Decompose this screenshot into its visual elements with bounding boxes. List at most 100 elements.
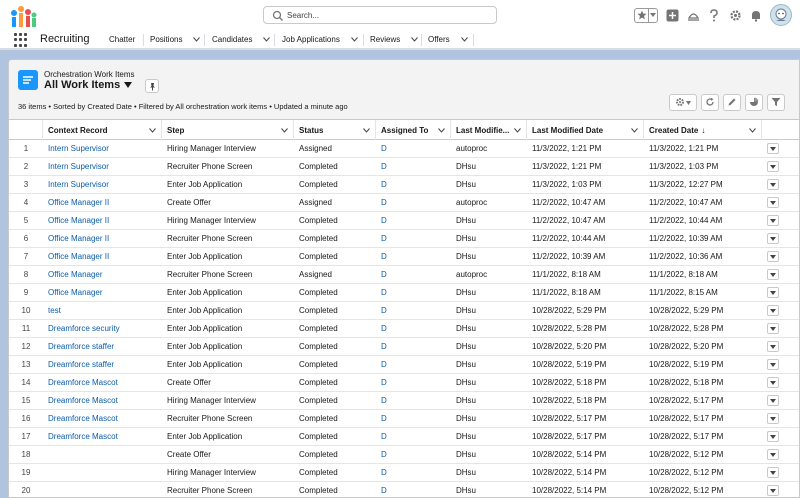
guidance-icon[interactable] [686, 8, 700, 22]
refresh-button[interactable] [701, 94, 719, 111]
assigned-to-link[interactable]: D [376, 392, 451, 409]
chevron-down-icon[interactable] [452, 37, 468, 42]
row-actions-button[interactable] [767, 287, 779, 298]
row-actions-button[interactable] [767, 485, 779, 496]
column-header-status[interactable]: Status [294, 120, 376, 140]
column-header-step[interactable]: Step [162, 120, 294, 140]
chevron-down-icon[interactable] [184, 37, 201, 42]
column-header-created-date[interactable]: Created Date ↓ [644, 120, 762, 140]
row-actions-button[interactable] [767, 197, 779, 208]
context-record-link[interactable]: Dreamforce Mascot [43, 428, 162, 445]
favorites-star-icon[interactable] [635, 8, 649, 22]
help-icon[interactable] [707, 8, 721, 22]
row-actions-button[interactable] [767, 359, 779, 370]
chevron-down-icon[interactable] [402, 37, 419, 42]
context-record-link[interactable]: Office Manager II [43, 212, 162, 229]
context-record-link[interactable]: Dreamforce Mascot [43, 392, 162, 409]
app-logo-icon[interactable] [8, 3, 40, 28]
tab-offers[interactable]: Offers [428, 35, 468, 44]
assigned-to-link[interactable]: D [376, 428, 451, 445]
context-record-link[interactable]: Dreamforce staffer [43, 356, 162, 373]
notification-bell-icon[interactable] [749, 8, 763, 22]
favorites-button[interactable] [634, 7, 658, 23]
list-view-picker[interactable]: All Work Items [44, 79, 133, 91]
inline-edit-button[interactable] [723, 94, 741, 111]
assigned-to-link[interactable]: D [376, 320, 451, 337]
row-actions-button[interactable] [767, 269, 779, 280]
context-record-link[interactable]: Office Manager II [43, 194, 162, 211]
context-record-link[interactable]: Dreamforce Mascot [43, 374, 162, 391]
column-header-last-modified-date[interactable]: Last Modified Date [527, 120, 644, 140]
context-record-link[interactable]: Intern Supervisor [43, 140, 162, 157]
row-actions-button[interactable] [767, 179, 779, 190]
chevron-down-icon[interactable] [749, 126, 756, 135]
context-record-link[interactable]: Office Manager II [43, 248, 162, 265]
chevron-down-icon[interactable] [514, 126, 521, 135]
assigned-to-link[interactable]: D [376, 374, 451, 391]
tab-reviews[interactable]: Reviews [370, 35, 419, 44]
assigned-to-link[interactable]: D [376, 266, 451, 283]
assigned-to-link[interactable]: D [376, 158, 451, 175]
assigned-to-link[interactable]: D [376, 446, 451, 463]
context-record-link[interactable]: Office Manager [43, 284, 162, 301]
add-icon[interactable] [665, 8, 679, 22]
row-actions-button[interactable] [767, 377, 779, 388]
row-actions-button[interactable] [767, 323, 779, 334]
row-actions-button[interactable] [767, 215, 779, 226]
column-header-last-modified-by[interactable]: Last Modifie... [451, 120, 527, 140]
row-actions-button[interactable] [767, 431, 779, 442]
column-header-assigned-to[interactable]: Assigned To [376, 120, 451, 140]
chevron-down-icon[interactable] [363, 126, 370, 135]
charts-button[interactable] [745, 94, 763, 111]
row-actions-button[interactable] [767, 251, 779, 262]
waffle-icon[interactable] [14, 33, 28, 47]
assigned-to-link[interactable]: D [376, 464, 451, 481]
assigned-to-link[interactable]: D [376, 338, 451, 355]
tab-chatter[interactable]: Chatter [109, 35, 135, 44]
chevron-down-icon[interactable] [149, 126, 156, 135]
context-record-link[interactable]: test [43, 302, 162, 319]
assigned-to-link[interactable]: D [376, 212, 451, 229]
context-record-link[interactable]: Dreamforce Mascot [43, 410, 162, 427]
context-record-link[interactable]: Dreamforce security [43, 320, 162, 337]
filter-button[interactable] [767, 94, 785, 111]
chevron-down-icon[interactable] [124, 79, 133, 91]
chevron-down-icon[interactable] [342, 37, 358, 42]
assigned-to-link[interactable]: D [376, 194, 451, 211]
row-actions-button[interactable] [767, 143, 779, 154]
row-actions-button[interactable] [767, 341, 779, 352]
context-record-link[interactable]: Intern Supervisor [43, 176, 162, 193]
chevron-down-icon[interactable] [649, 9, 657, 22]
context-record-link[interactable]: Office Manager [43, 266, 162, 283]
row-actions-button[interactable] [767, 395, 779, 406]
chevron-down-icon[interactable] [254, 37, 271, 42]
column-header-context-record[interactable]: Context Record [43, 120, 162, 140]
avatar[interactable] [770, 4, 792, 26]
row-actions-button[interactable] [767, 413, 779, 424]
context-record-link[interactable]: Intern Supervisor [43, 158, 162, 175]
tab-job-applications[interactable]: Job Applications [282, 35, 358, 44]
chevron-down-icon[interactable] [631, 126, 638, 135]
setup-gear-icon[interactable] [728, 8, 742, 22]
global-search-input[interactable]: Search... [263, 6, 497, 24]
assigned-to-link[interactable]: D [376, 284, 451, 301]
chevron-down-icon[interactable] [281, 126, 288, 135]
assigned-to-link[interactable]: D [376, 356, 451, 373]
row-actions-button[interactable] [767, 233, 779, 244]
assigned-to-link[interactable]: D [376, 140, 451, 157]
row-actions-button[interactable] [767, 449, 779, 460]
assigned-to-link[interactable]: D [376, 230, 451, 247]
assigned-to-link[interactable]: D [376, 410, 451, 427]
assigned-to-link[interactable]: D [376, 482, 451, 497]
assigned-to-link[interactable]: D [376, 176, 451, 193]
assigned-to-link[interactable]: D [376, 248, 451, 265]
assigned-to-link[interactable]: D [376, 302, 451, 319]
list-settings-button[interactable] [669, 94, 697, 111]
pin-icon[interactable] [145, 79, 159, 93]
row-actions-button[interactable] [767, 305, 779, 316]
row-actions-button[interactable] [767, 161, 779, 172]
context-record-link[interactable]: Dreamforce staffer [43, 338, 162, 355]
chevron-down-icon[interactable] [438, 126, 445, 135]
context-record-link[interactable]: Office Manager II [43, 230, 162, 247]
tab-candidates[interactable]: Candidates [212, 35, 271, 44]
